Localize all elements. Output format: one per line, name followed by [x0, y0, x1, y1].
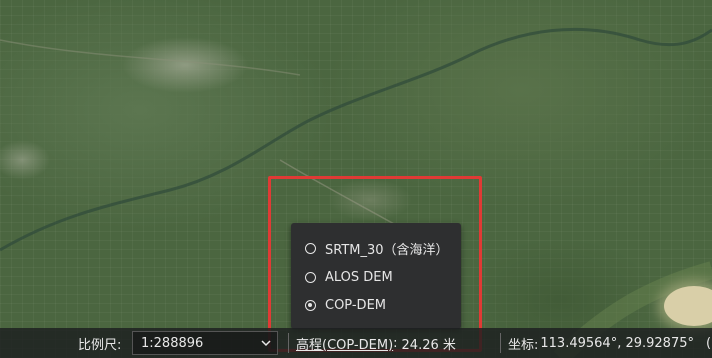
dem-option-label: SRTM_30（含海洋）: [325, 242, 449, 258]
coordinate-readout: 坐标: 113.49564°, 29.92875° (: [508, 328, 711, 358]
divider: [500, 333, 501, 353]
scale-label: 比例尺:: [78, 337, 122, 353]
dem-option-srtm[interactable]: SRTM_30（含海洋）: [305, 237, 449, 259]
divider: [288, 333, 289, 353]
dem-option-cop[interactable]: COP-DEM: [305, 294, 386, 316]
radio-checked-icon[interactable]: [305, 299, 316, 311]
scale-value: 1:288896: [141, 335, 204, 351]
elevation-source-link[interactable]: 高程(COP-DEM): [296, 334, 393, 353]
scale-select[interactable]: 1:288896: [132, 331, 278, 355]
radio-unchecked-icon[interactable]: [305, 242, 316, 254]
coordinate-suffix: (: [706, 335, 712, 351]
dem-option-label: ALOS DEM: [325, 269, 393, 285]
coordinate-value: 113.49564°, 29.92875°: [540, 335, 694, 351]
dem-source-popup: SRTM_30（含海洋） ALOS DEM COP-DEM: [291, 223, 461, 329]
elevation-readout: 高程(COP-DEM) : 24.26 米: [296, 328, 456, 358]
status-bar: 比例尺: 1:288896 高程(COP-DEM) : 24.26 米 坐标: …: [0, 328, 712, 358]
dem-option-alos[interactable]: ALOS DEM: [305, 266, 393, 288]
dem-option-label: COP-DEM: [325, 297, 386, 313]
coordinate-label: 坐标:: [508, 337, 539, 353]
elevation-separator: :: [393, 335, 398, 351]
chevron-down-icon: [261, 340, 271, 347]
elevation-value: 24.26 米: [401, 337, 456, 353]
radio-unchecked-icon[interactable]: [305, 271, 316, 283]
